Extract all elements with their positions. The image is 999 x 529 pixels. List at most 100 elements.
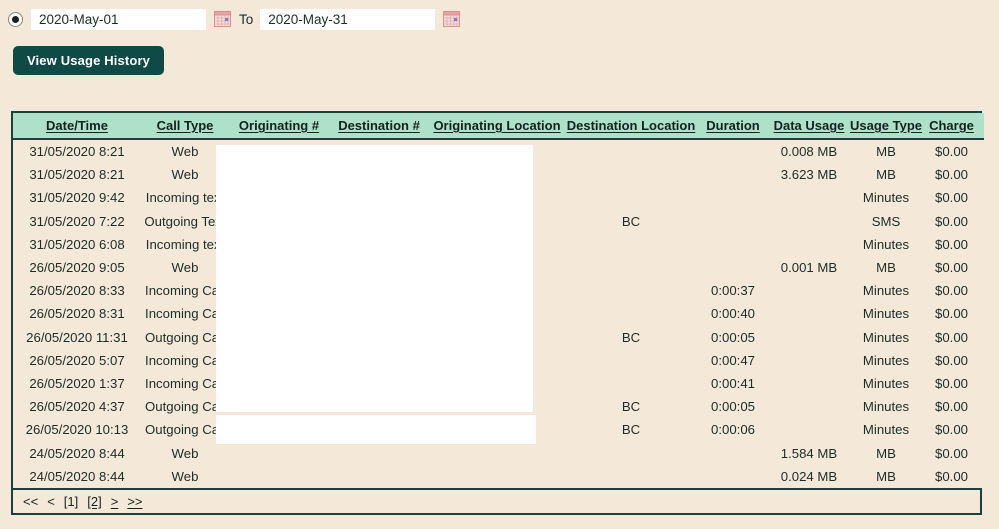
cell-charge: $0.00 — [923, 325, 984, 349]
pager-page-1[interactable]: [1] — [64, 494, 78, 509]
cell-date-time: 26/05/2020 8:31 — [13, 302, 141, 326]
cell-duration: 0:00:41 — [697, 371, 769, 396]
cell-data-usage — [769, 302, 849, 326]
cell-duration — [697, 209, 769, 233]
pager-prev[interactable]: < — [47, 494, 55, 509]
radio-selected-dot — [12, 15, 19, 23]
table-row[interactable]: 24/05/2020 8:44 Web 0.024 MB MB $0.00 — [13, 464, 984, 488]
from-calendar-icon[interactable] — [214, 11, 231, 27]
cell-destination-location — [565, 441, 697, 465]
cell-charge: $0.00 — [923, 371, 984, 396]
cell-destination-number — [329, 464, 429, 488]
cell-destination-location — [565, 371, 697, 396]
cell-usage-type: Minutes — [849, 232, 923, 256]
cell-date-time: 31/05/2020 9:42 — [13, 186, 141, 210]
cell-call-type: Web — [141, 464, 229, 488]
cell-date-time: 24/05/2020 8:44 — [13, 441, 141, 465]
column-header-duration[interactable]: Duration — [697, 113, 769, 140]
cell-date-time: 31/05/2020 8:21 — [13, 139, 141, 164]
column-header-originating-number[interactable]: Originating # — [229, 113, 329, 140]
cell-data-usage: 3.623 MB — [769, 163, 849, 187]
cell-destination-location — [565, 186, 697, 210]
cell-usage-type: MB — [849, 163, 923, 187]
to-date-input[interactable] — [260, 8, 436, 30]
cell-data-usage — [769, 232, 849, 256]
cell-duration: 0:00:47 — [697, 348, 769, 372]
cell-destination-location — [565, 139, 697, 164]
cell-data-usage: 1.584 MB — [769, 441, 849, 465]
cell-charge: $0.00 — [923, 279, 984, 303]
cell-charge: $0.00 — [923, 255, 984, 280]
usage-history-page: To View Usage History Date/Time — [0, 0, 999, 529]
cell-date-time: 24/05/2020 8:44 — [13, 464, 141, 488]
cell-usage-type: Minutes — [849, 279, 923, 303]
cell-destination-location: BC — [565, 418, 697, 442]
view-usage-history-button[interactable]: View Usage History — [13, 46, 164, 75]
column-header-originating-location[interactable]: Originating Location — [429, 113, 565, 140]
cell-duration — [697, 163, 769, 187]
cell-duration — [697, 139, 769, 164]
cell-usage-type: Minutes — [849, 418, 923, 442]
cell-data-usage — [769, 325, 849, 349]
cell-duration: 0:00:37 — [697, 279, 769, 303]
cell-destination-location — [565, 232, 697, 256]
table-header-row: Date/Time Call Type Originating # Destin… — [13, 113, 984, 140]
cell-data-usage — [769, 348, 849, 372]
pager-page-2[interactable]: [2] — [87, 494, 101, 509]
blank-overlay-panel-secondary — [216, 415, 536, 444]
cell-date-time: 31/05/2020 8:21 — [13, 163, 141, 187]
cell-date-time: 26/05/2020 1:37 — [13, 371, 141, 396]
cell-charge: $0.00 — [923, 395, 984, 419]
cell-originating-location — [429, 441, 565, 465]
cell-duration: 0:00:05 — [697, 395, 769, 419]
cell-charge: $0.00 — [923, 186, 984, 210]
cell-duration — [697, 232, 769, 256]
pagination: << < [1] [2] > >> — [13, 487, 980, 513]
cell-duration — [697, 441, 769, 465]
column-header-destination-number[interactable]: Destination # — [329, 113, 429, 140]
cell-usage-type: Minutes — [849, 348, 923, 372]
column-header-date-time[interactable]: Date/Time — [13, 113, 141, 140]
cell-destination-location — [565, 464, 697, 488]
cell-usage-type: MB — [849, 464, 923, 488]
date-range-radio[interactable] — [8, 11, 23, 27]
cell-destination-location — [565, 163, 697, 187]
column-header-usage-type[interactable]: Usage Type — [849, 113, 923, 140]
cell-duration — [697, 255, 769, 280]
table-row[interactable]: 24/05/2020 8:44 Web 1.584 MB MB $0.00 — [13, 441, 984, 465]
pager-last[interactable]: >> — [127, 494, 142, 509]
cell-date-time: 31/05/2020 7:22 — [13, 209, 141, 233]
cell-destination-location: BC — [565, 395, 697, 419]
cell-destination-number — [329, 441, 429, 465]
cell-date-time: 26/05/2020 11:31 — [13, 325, 141, 349]
cell-charge: $0.00 — [923, 348, 984, 372]
cell-usage-type: Minutes — [849, 325, 923, 349]
cell-usage-type: MB — [849, 441, 923, 465]
cell-duration — [697, 464, 769, 488]
pager-first[interactable]: << — [23, 494, 38, 509]
column-header-destination-location[interactable]: Destination Location — [565, 113, 697, 140]
blank-overlay-panel — [216, 145, 533, 412]
cell-usage-type: SMS — [849, 209, 923, 233]
column-header-call-type[interactable]: Call Type — [141, 113, 229, 140]
cell-charge: $0.00 — [923, 418, 984, 442]
to-calendar-icon[interactable] — [443, 11, 461, 27]
cell-charge: $0.00 — [923, 302, 984, 326]
pager-next[interactable]: > — [111, 494, 119, 509]
cell-data-usage — [769, 186, 849, 210]
cell-usage-type: Minutes — [849, 302, 923, 326]
cell-duration: 0:00:06 — [697, 418, 769, 442]
column-header-charge[interactable]: Charge — [923, 113, 984, 140]
cell-usage-type: MB — [849, 255, 923, 280]
from-date-input[interactable] — [31, 8, 206, 30]
column-header-data-usage[interactable]: Data Usage — [769, 113, 849, 140]
cell-date-time: 26/05/2020 10:13 — [13, 418, 141, 442]
cell-destination-location — [565, 348, 697, 372]
cell-date-time: 26/05/2020 5:07 — [13, 348, 141, 372]
cell-date-time: 26/05/2020 8:33 — [13, 279, 141, 303]
cell-data-usage: 0.008 MB — [769, 139, 849, 164]
cell-date-time: 26/05/2020 4:37 — [13, 395, 141, 419]
cell-charge: $0.00 — [923, 139, 984, 164]
cell-usage-type: Minutes — [849, 371, 923, 396]
cell-charge: $0.00 — [923, 232, 984, 256]
